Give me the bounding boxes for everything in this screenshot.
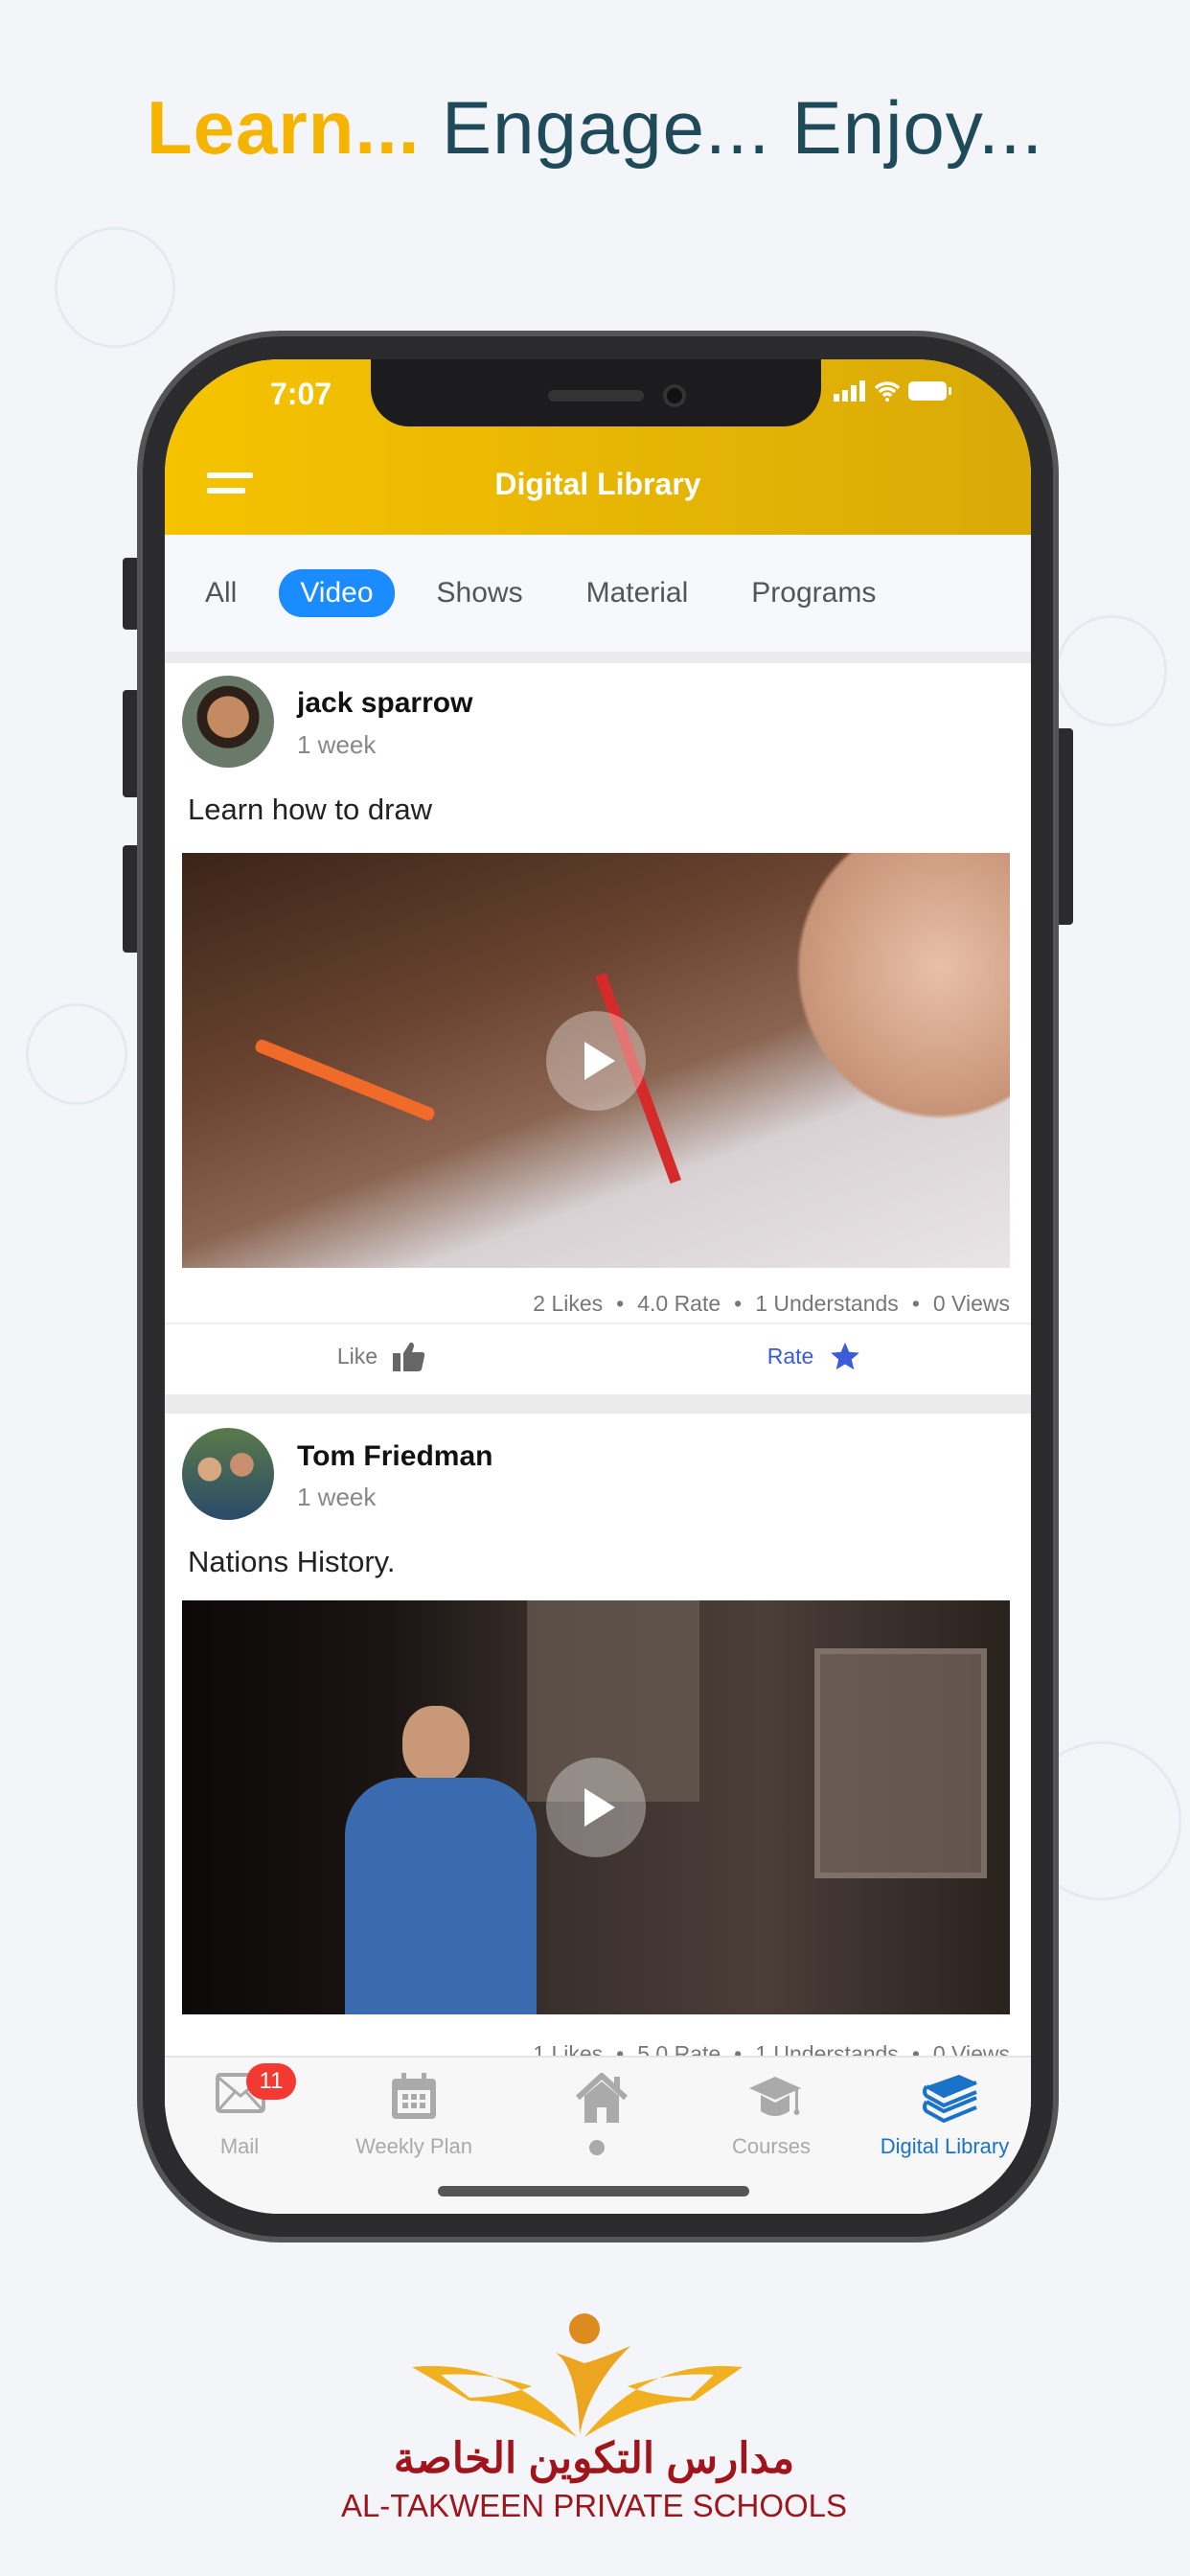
tab-label: Mail <box>219 2134 260 2158</box>
backdrop-portrait <box>814 1648 987 1878</box>
post-title: Nations History. <box>188 1545 396 1578</box>
video-thumbnail[interactable] <box>182 1600 1010 2014</box>
speaker-body <box>345 1778 537 2014</box>
category-tabs: All Video Shows Material Programs <box>165 535 1031 652</box>
divider <box>165 1322 1031 1324</box>
play-button[interactable] <box>546 1758 646 1857</box>
tab-material[interactable]: Material <box>565 569 710 617</box>
wifi-icon <box>874 381 901 402</box>
books-icon <box>923 2075 977 2123</box>
like-label: Like <box>336 1343 378 1368</box>
likes-count: 2 Likes <box>533 1291 604 1316</box>
rate-label: Rate <box>767 1343 814 1368</box>
school-logo: مدارس التكوين الخاصة AL-TAKWEEN PRIVATE … <box>326 2300 862 2540</box>
post-card: jack sparrow 1 week Learn how to draw 2 … <box>165 663 1031 1394</box>
tab-label: Digital Library <box>880 2134 1010 2158</box>
rate-value: 4.0 Rate <box>637 1291 721 1316</box>
tab-label: Weekly Plan <box>355 2134 472 2158</box>
post-actions: Like Rate <box>165 1332 1031 1380</box>
headline-highlight: Learn... <box>146 85 421 170</box>
crayon <box>253 1038 437 1122</box>
notch <box>371 359 821 426</box>
post-card: Tom Friedman 1 week Nations History. 1 L… <box>165 1414 1031 2066</box>
speaker-head <box>402 1706 469 1782</box>
post-author[interactable]: jack sparrow <box>297 687 472 720</box>
logo-emblem <box>412 2313 743 2437</box>
tab-all[interactable]: All <box>184 569 258 617</box>
home-indicator[interactable] <box>438 2186 749 2196</box>
graduation-cap-icon <box>749 2077 801 2116</box>
brand-arabic: مدارس التكوين الخاصة <box>393 2435 795 2482</box>
headline: Learn... Engage... Enjoy... <box>0 84 1190 172</box>
brand-english: AL-TAKWEEN PRIVATE SCHOOLS <box>340 2488 848 2523</box>
post-time: 1 week <box>297 730 377 759</box>
star-icon <box>831 1342 860 1370</box>
child-hand <box>776 853 1010 1140</box>
camera <box>663 384 686 407</box>
divider <box>165 652 1031 663</box>
headline-rest: Engage... Enjoy... <box>420 85 1044 170</box>
video-thumbnail[interactable] <box>182 853 1010 1268</box>
tab-label: Courses <box>732 2134 811 2158</box>
app-header: 7:07 Digital Library <box>165 359 1031 535</box>
signal-icon <box>834 380 865 402</box>
understands-count: 1 Understands <box>755 1291 899 1316</box>
post-time: 1 week <box>297 1483 377 1511</box>
home-icon <box>575 2073 629 2123</box>
phone-screen: 7:07 Digital Library All Video Shows Mat… <box>165 359 1031 2214</box>
home-dot <box>589 2140 605 2155</box>
post-author[interactable]: Tom Friedman <box>297 1440 492 1473</box>
status-icons <box>834 380 952 402</box>
page-title: Digital Library <box>494 467 701 501</box>
tab-video[interactable]: Video <box>279 569 395 617</box>
views-count: 0 Views <box>932 1291 1010 1316</box>
status-time: 7:07 <box>270 377 332 411</box>
battery-icon <box>908 381 951 401</box>
calendar-icon <box>392 2073 436 2119</box>
mail-badge: 11 <box>246 2063 296 2100</box>
avatar[interactable] <box>182 1428 274 1520</box>
speaker <box>548 390 644 402</box>
divider <box>165 1394 1031 1414</box>
tab-programs[interactable]: Programs <box>730 569 897 617</box>
post-stats: 2 Likes • 4.0 Rate • 1 Understands • 0 Views <box>533 1291 1010 1316</box>
post-title: Learn how to draw <box>188 793 433 826</box>
like-button[interactable]: Like <box>165 1332 598 1380</box>
tab-shows[interactable]: Shows <box>416 569 544 617</box>
avatar[interactable] <box>182 676 274 768</box>
thumbs-up-icon <box>393 1342 425 1371</box>
play-button[interactable] <box>546 1010 646 1111</box>
rate-button[interactable]: Rate <box>598 1332 1031 1380</box>
